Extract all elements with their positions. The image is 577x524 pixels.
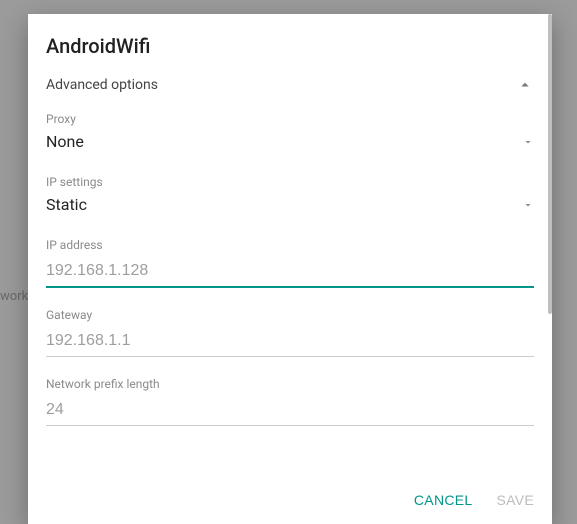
advanced-options-label: Advanced options bbox=[46, 77, 158, 93]
scrollbar[interactable] bbox=[548, 14, 552, 314]
ip-settings-value: Static bbox=[46, 195, 87, 214]
gateway-input[interactable] bbox=[46, 328, 534, 357]
proxy-select[interactable]: None bbox=[46, 132, 534, 151]
prefix-length-input[interactable] bbox=[46, 397, 534, 426]
dialog-actions: Cancel Save bbox=[28, 476, 552, 524]
proxy-label: Proxy bbox=[46, 112, 534, 126]
ip-settings-section: IP settings Static bbox=[46, 175, 534, 214]
chevron-up-icon bbox=[516, 76, 534, 94]
ip-settings-select[interactable]: Static bbox=[46, 195, 534, 214]
caret-down-icon bbox=[522, 136, 534, 148]
ip-address-label: IP address bbox=[46, 238, 534, 252]
save-button: Save bbox=[496, 492, 534, 508]
ip-address-input[interactable] bbox=[46, 258, 534, 288]
prefix-length-section: Network prefix length bbox=[46, 377, 534, 426]
gateway-section: Gateway bbox=[46, 308, 534, 357]
wifi-config-dialog: AndroidWifi Advanced options Proxy None … bbox=[28, 14, 552, 524]
cancel-button[interactable]: Cancel bbox=[414, 492, 473, 508]
ip-address-section: IP address bbox=[46, 238, 534, 288]
proxy-value: None bbox=[46, 132, 84, 151]
gateway-label: Gateway bbox=[46, 308, 534, 322]
advanced-options-toggle[interactable]: Advanced options bbox=[46, 76, 534, 94]
dialog-title: AndroidWifi bbox=[46, 34, 534, 58]
prefix-length-label: Network prefix length bbox=[46, 377, 534, 391]
dialog-body: AndroidWifi Advanced options Proxy None … bbox=[28, 14, 552, 476]
caret-down-icon bbox=[522, 199, 534, 211]
ip-settings-label: IP settings bbox=[46, 175, 534, 189]
proxy-section: Proxy None bbox=[46, 112, 534, 151]
